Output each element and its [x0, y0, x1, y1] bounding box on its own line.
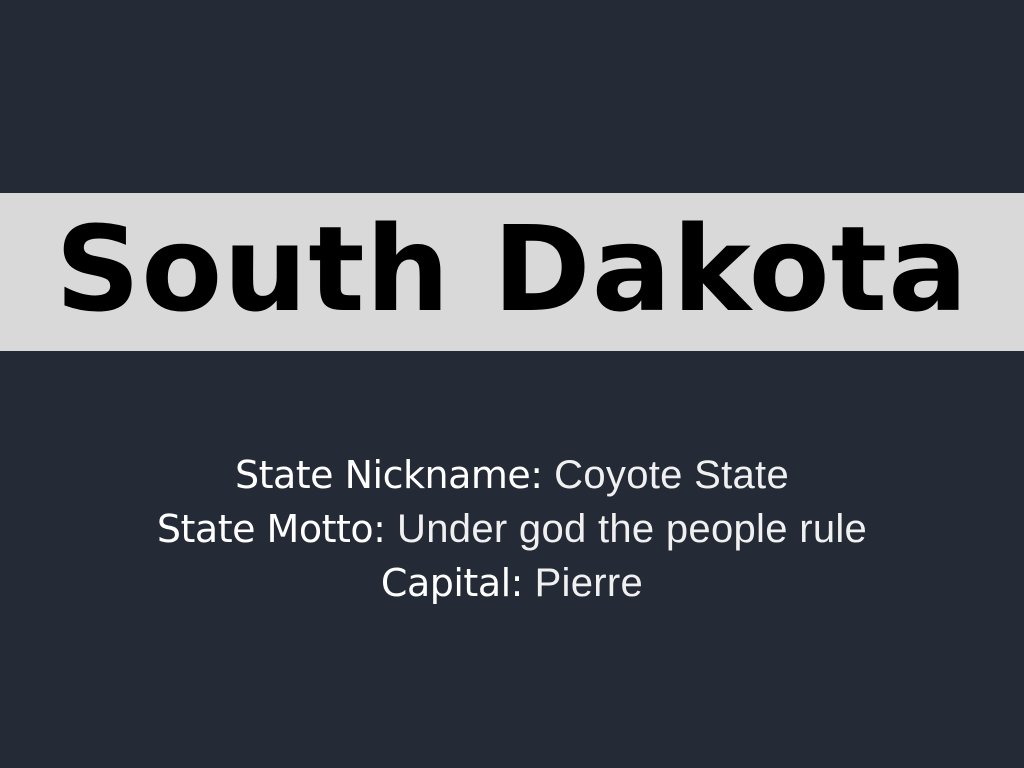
fact-motto: State Motto: Under god the people rule	[0, 502, 1024, 556]
state-facts: State Nickname: Coyote State State Motto…	[0, 448, 1024, 610]
fact-motto-value: Under god the people rule	[397, 507, 868, 551]
fact-nickname: State Nickname: Coyote State	[0, 448, 1024, 502]
page-title: South Dakota	[55, 200, 969, 338]
fact-motto-label: State Motto:	[156, 507, 386, 551]
title-band: South Dakota	[0, 193, 1024, 351]
fact-nickname-label: State Nickname:	[234, 453, 543, 497]
fact-capital: Capital: Pierre	[0, 556, 1024, 610]
fact-capital-value: Pierre	[534, 561, 644, 605]
fact-capital-label: Capital:	[380, 561, 524, 605]
fact-nickname-value: Coyote State	[554, 453, 790, 497]
